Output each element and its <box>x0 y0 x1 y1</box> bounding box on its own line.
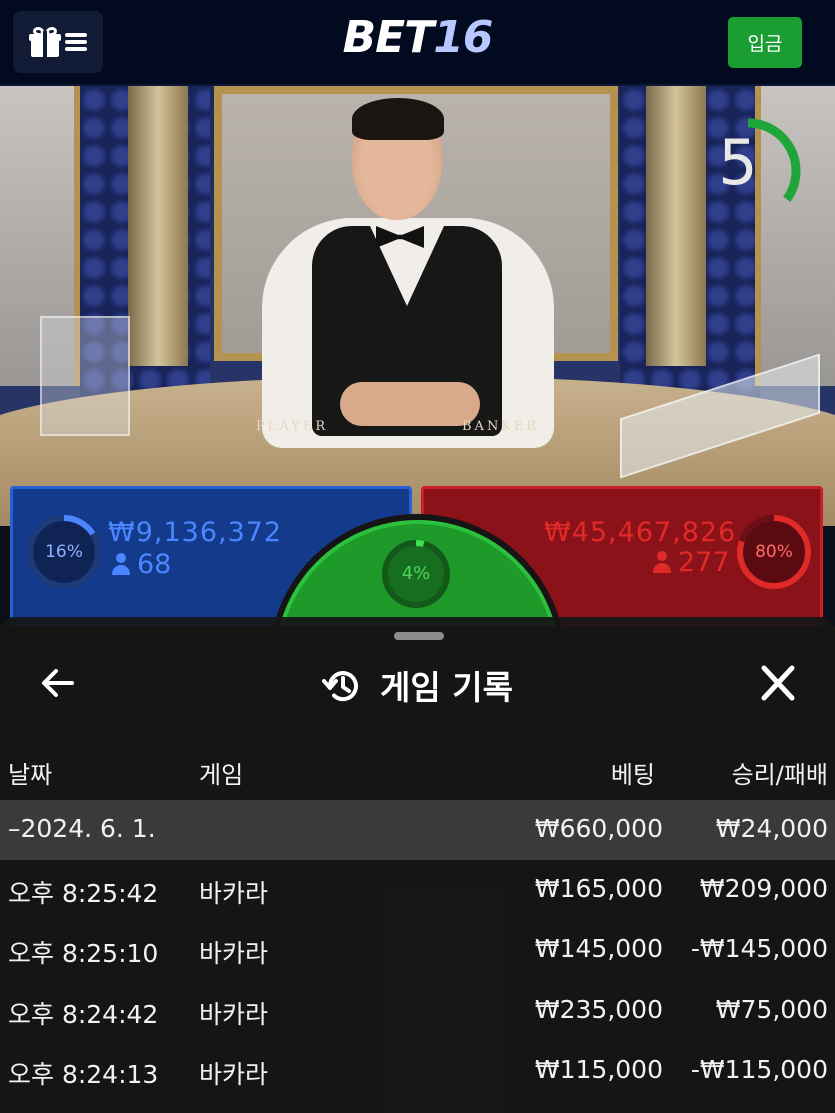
close-button[interactable] <box>756 663 800 703</box>
history-game: 바카라 <box>199 1060 269 1089</box>
countdown-value: 5 <box>718 126 758 199</box>
sheet-title-text: 게임 기록 <box>380 668 513 707</box>
top-bar: BET16 입금 <box>0 0 835 86</box>
history-time: 오후 8:25:10 <box>8 939 159 968</box>
player-percent: 16% <box>45 542 83 562</box>
history-row[interactable]: 오후 8:24:42 바카라 ₩235,000 ₩75,000 <box>0 981 835 1041</box>
date-group-result: ₩24,000 <box>715 814 828 843</box>
pillar <box>128 86 188 366</box>
column-header-bet[interactable]: 베팅 <box>611 755 655 790</box>
history-time: 오후 8:25:42 <box>8 879 159 908</box>
user-icon <box>111 553 131 575</box>
player-count-value: 68 <box>137 549 172 580</box>
logo-number: 16 <box>433 12 493 63</box>
date-group-bet: ₩660,000 <box>534 814 663 843</box>
player-count: 68 <box>111 549 171 580</box>
history-time: 오후 8:24:13 <box>8 1060 159 1089</box>
history-row[interactable]: 오후 8:25:42 바카라 ₩165,000 ₩209,000 <box>0 860 835 920</box>
column-header-result[interactable]: 승리/패배 <box>732 755 828 790</box>
history-time: 오후 8:24:42 <box>8 1000 159 1029</box>
banker-percent: 80% <box>755 542 793 562</box>
banker-amount: ₩45,467,826 <box>544 517 737 548</box>
history-bet: ₩235,000 <box>534 995 663 1024</box>
history-bet: ₩115,000 <box>534 1055 663 1084</box>
countdown-timer: 5 <box>700 116 810 226</box>
table-label-banker: BANKER <box>462 419 540 434</box>
history-game: 바카라 <box>199 939 269 968</box>
sheet-title: 게임 기록 <box>0 661 835 709</box>
game-history-sheet: 게임 기록 날짜 게임 베팅 승리/패배 –2024. 6. 1. ₩660,0… <box>0 617 835 1113</box>
history-bet: ₩145,000 <box>534 934 663 963</box>
pillar <box>646 86 706 366</box>
column-header-date[interactable]: 날짜 <box>8 755 52 790</box>
deposit-button[interactable]: 입금 <box>728 17 802 68</box>
player-amount: ₩9,136,372 <box>108 517 283 548</box>
history-result: -₩145,000 <box>690 934 828 963</box>
user-icon <box>652 551 672 573</box>
date-group-label: –2024. 6. 1. <box>8 814 156 843</box>
sheet-drag-handle[interactable] <box>394 632 444 640</box>
close-icon <box>761 665 795 701</box>
table-label-player: PLAYER <box>256 419 329 434</box>
brand-logo[interactable]: BET16 <box>0 12 835 63</box>
logo-text: BET <box>342 12 435 63</box>
history-result: -₩115,000 <box>690 1055 828 1084</box>
history-game: 바카라 <box>199 1000 269 1029</box>
history-icon <box>322 671 359 702</box>
history-bet: ₩165,000 <box>534 874 663 903</box>
tie-percent: 4% <box>401 563 431 584</box>
banker-count: 277 <box>652 547 730 578</box>
card-holder <box>40 316 130 436</box>
banker-count-value: 277 <box>678 547 730 578</box>
history-game: 바카라 <box>199 879 269 908</box>
history-result: ₩75,000 <box>715 995 828 1024</box>
column-header-game[interactable]: 게임 <box>199 755 243 790</box>
player-percent-ring: 16% <box>25 513 103 591</box>
date-group-row[interactable]: –2024. 6. 1. ₩660,000 ₩24,000 <box>0 800 835 860</box>
banker-percent-ring: 80% <box>735 513 813 591</box>
history-result: ₩209,000 <box>699 874 828 903</box>
history-row[interactable]: 오후 8:25:10 바카라 ₩145,000 -₩145,000 <box>0 920 835 980</box>
history-row[interactable]: 오후 8:24:13 바카라 ₩115,000 -₩115,000 <box>0 1041 835 1101</box>
